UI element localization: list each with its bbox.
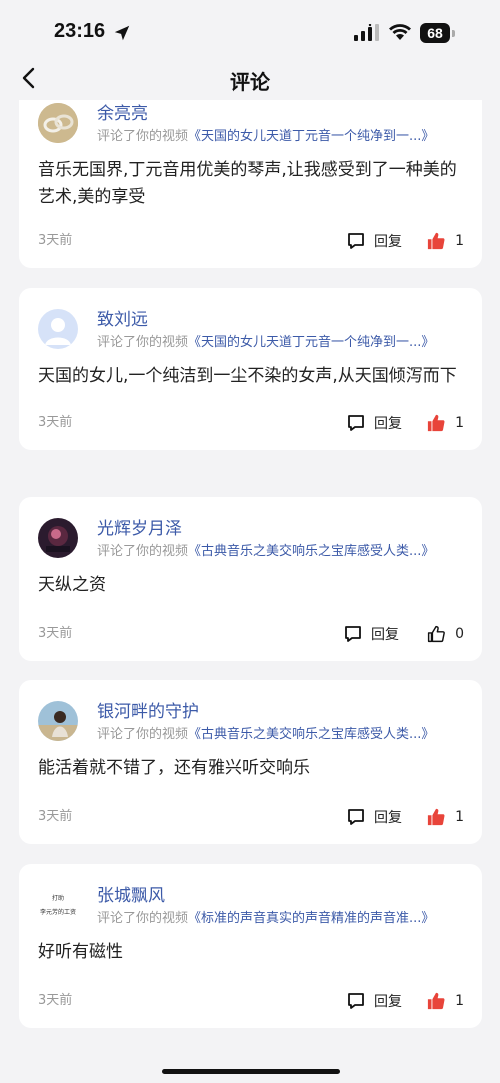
- battery-cap: [452, 30, 455, 37]
- reply-label: 回复: [374, 810, 402, 826]
- comment-time: 3天前: [38, 415, 73, 430]
- comment-card[interactable]: 打助 李元芳的工资 张城飘风 评论了你的视频《标准的声音真实的声音精准的声音准.…: [19, 864, 482, 1028]
- like-button[interactable]: 1: [427, 230, 464, 252]
- reply-button[interactable]: 回复: [346, 806, 402, 828]
- like-button[interactable]: 0: [427, 623, 464, 645]
- comment-time: 3天前: [38, 233, 73, 248]
- reply-button[interactable]: 回复: [346, 412, 402, 434]
- comment-meta: 评论了你的视频《标准的声音真实的声音精准的声音准...》: [97, 907, 434, 926]
- like-count: 1: [455, 415, 464, 431]
- thumbs-up-filled-icon: [427, 414, 445, 432]
- battery-indicator: 68: [420, 23, 456, 43]
- like-count: 1: [455, 993, 464, 1009]
- avatar-text-line: 李元芳的工资: [39, 909, 76, 916]
- nav-bar: 评论: [0, 58, 500, 100]
- video-link[interactable]: 《古典音乐之美交响乐之宝库感受人类...》: [188, 727, 434, 742]
- video-link[interactable]: 《天国的女儿天道丁元音一个纯净到一...》: [188, 129, 434, 144]
- like-count: 1: [455, 809, 464, 825]
- reply-button[interactable]: 回复: [346, 990, 402, 1012]
- comment-card[interactable]: 银河畔的守护 评论了你的视频《古典音乐之美交响乐之宝库感受人类...》 能活着就…: [19, 680, 482, 844]
- comment-action: 评论了你的视频: [97, 727, 189, 742]
- like-count: 1: [455, 233, 464, 249]
- comment-content: 天国的女儿,一个纯洁到一尘不染的女声,从天国倾泻而下: [38, 366, 457, 386]
- comment-time: 3天前: [38, 993, 73, 1008]
- battery-level: 68: [427, 25, 443, 41]
- default-avatar-icon: [38, 309, 78, 349]
- comment-action: 评论了你的视频: [97, 335, 189, 350]
- comment-content: 能活着就不错了，还有雅兴听交响乐: [38, 758, 310, 778]
- page-title: 评论: [230, 70, 270, 94]
- avatar-rings-image: [38, 103, 78, 143]
- comment-action: 评论了你的视频: [97, 911, 189, 926]
- comment-icon: [348, 415, 364, 431]
- comment-list[interactable]: 余亮亮 评论了你的视频《天国的女儿天道丁元音一个纯净到一...》 音乐无国界,丁…: [0, 100, 500, 1083]
- comment-icon: [348, 993, 364, 1009]
- comment-meta: 评论了你的视频《天国的女儿天道丁元音一个纯净到一...》: [97, 331, 434, 350]
- reply-label: 回复: [374, 234, 402, 250]
- status-bar: 23:16 68: [0, 0, 500, 60]
- avatar[interactable]: [38, 518, 78, 558]
- comment-action: 评论了你的视频: [97, 544, 189, 559]
- comment-time: 3天前: [38, 809, 73, 824]
- reply-button[interactable]: 回复: [346, 230, 402, 252]
- avatar-photo-image: [38, 701, 78, 741]
- avatar[interactable]: [38, 103, 78, 143]
- reply-label: 回复: [374, 416, 402, 432]
- comment-author[interactable]: 张城飘风: [97, 881, 165, 906]
- reply-button[interactable]: 回复: [343, 623, 399, 645]
- avatar-photo-image: [38, 518, 78, 558]
- comment-author[interactable]: 致刘远: [97, 305, 148, 330]
- comment-action: 评论了你的视频: [97, 129, 189, 144]
- comment-time: 3天前: [38, 626, 73, 641]
- video-link[interactable]: 《标准的声音真实的声音精准的声音准...》: [188, 911, 434, 926]
- comment-content: 音乐无国界,丁元音用优美的琴声,让我感受到了一种美的艺术,美的享受: [38, 160, 457, 207]
- comment-author[interactable]: 银河畔的守护: [97, 697, 199, 722]
- comment-icon: [348, 233, 364, 249]
- comment-content: 好听有磁性: [38, 942, 123, 962]
- comment-meta: 评论了你的视频《古典音乐之美交响乐之宝库感受人类...》: [97, 723, 434, 742]
- like-count: 0: [455, 626, 464, 642]
- avatar-text-line: 打助: [51, 895, 64, 902]
- like-button[interactable]: 1: [427, 806, 464, 828]
- thumbs-up-filled-icon: [427, 992, 445, 1010]
- video-link[interactable]: 《天国的女儿天道丁元音一个纯净到一...》: [188, 335, 434, 350]
- status-time: 23:16: [54, 20, 106, 42]
- thumbs-up-filled-icon: [427, 808, 445, 826]
- like-button[interactable]: 1: [427, 412, 464, 434]
- wifi-icon: [389, 24, 411, 40]
- comment-icon: [348, 809, 364, 825]
- comment-card[interactable]: 余亮亮 评论了你的视频《天国的女儿天道丁元音一个纯净到一...》 音乐无国界,丁…: [19, 100, 482, 268]
- comment-icon: [345, 626, 361, 642]
- like-button[interactable]: 1: [427, 990, 464, 1012]
- signal-icon: [354, 24, 379, 41]
- comment-meta: 评论了你的视频《古典音乐之美交响乐之宝库感受人类...》: [97, 540, 434, 559]
- avatar[interactable]: 打助 李元芳的工资: [38, 885, 78, 925]
- thumbs-up-outline-icon: [427, 625, 445, 643]
- comment-author[interactable]: 余亮亮: [97, 100, 148, 124]
- comment-card[interactable]: 光辉岁月泽 评论了你的视频《古典音乐之美交响乐之宝库感受人类...》 天纵之资 …: [19, 497, 482, 661]
- reply-label: 回复: [374, 994, 402, 1010]
- comment-content: 天纵之资: [38, 575, 106, 595]
- video-link[interactable]: 《古典音乐之美交响乐之宝库感受人类...》: [188, 544, 434, 559]
- comment-card[interactable]: 致刘远 评论了你的视频《天国的女儿天道丁元音一个纯净到一...》 天国的女儿,一…: [19, 288, 482, 450]
- thumbs-up-filled-icon: [427, 232, 445, 250]
- home-indicator[interactable]: [162, 1069, 340, 1074]
- avatar[interactable]: [38, 309, 78, 349]
- avatar[interactable]: [38, 701, 78, 741]
- location-arrow-icon: [114, 25, 130, 41]
- comment-meta: 评论了你的视频《天国的女儿天道丁元音一个纯净到一...》: [97, 125, 434, 144]
- comment-author[interactable]: 光辉岁月泽: [97, 514, 182, 539]
- reply-label: 回复: [371, 627, 399, 643]
